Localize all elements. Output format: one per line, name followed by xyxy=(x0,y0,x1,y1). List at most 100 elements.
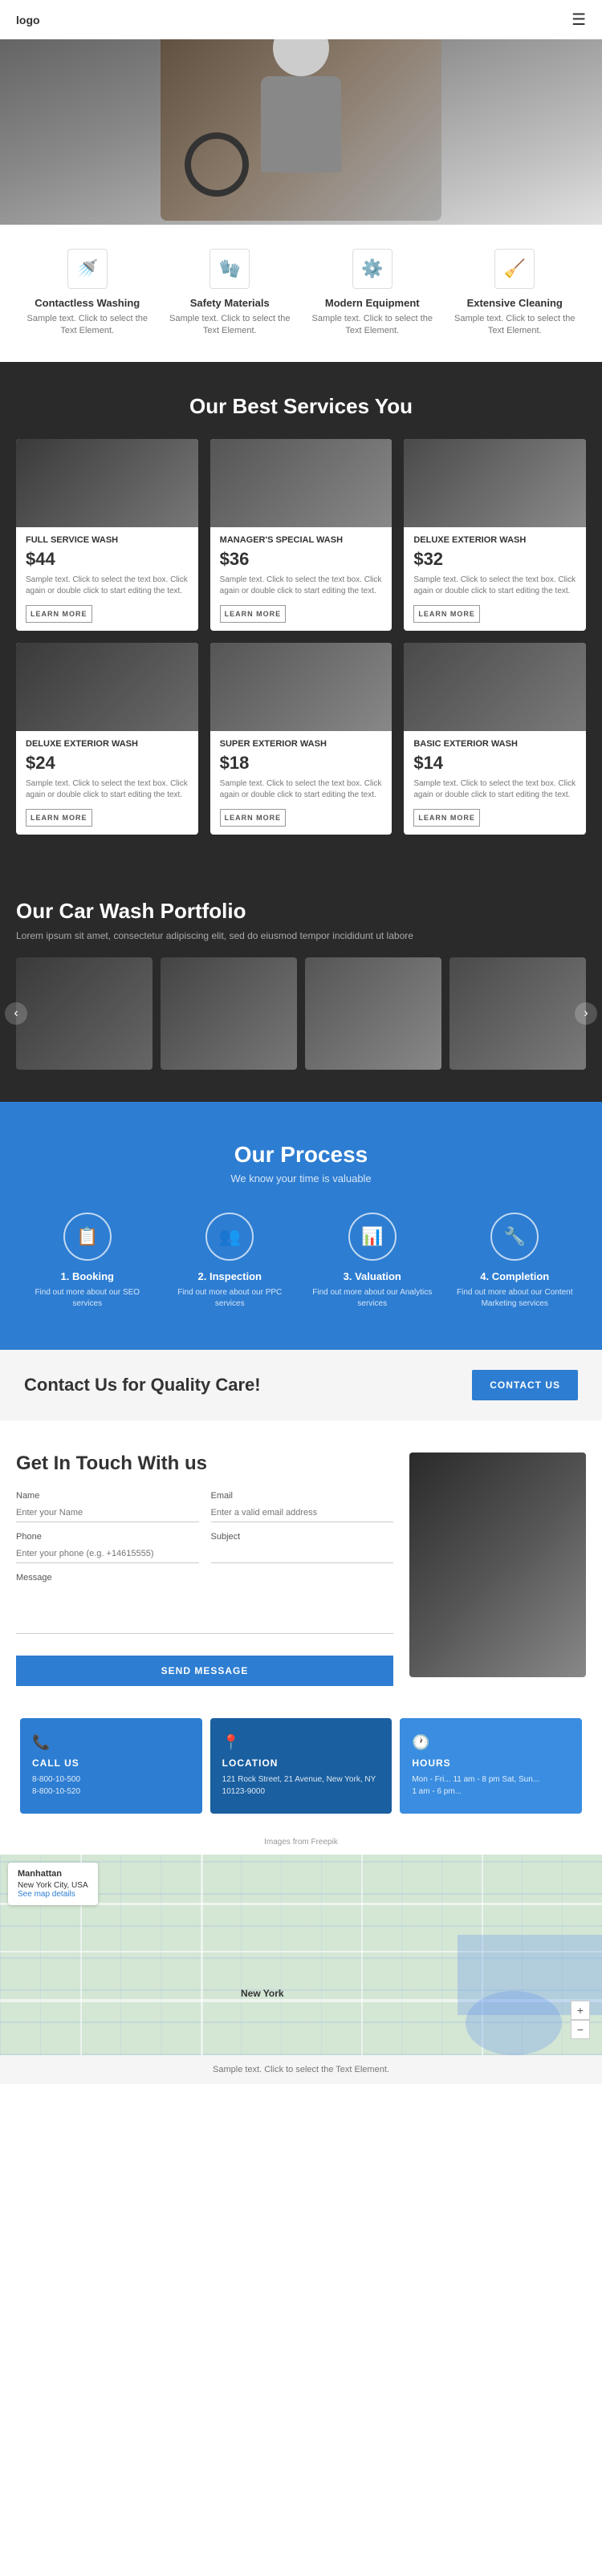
email-input[interactable] xyxy=(211,1504,394,1522)
service-image-0 xyxy=(16,439,198,527)
service-image-3 xyxy=(16,643,198,731)
process-step-icon-3: 📊 xyxy=(348,1213,397,1261)
service-card: DELUXE EXTERIOR WASH $24 Sample text. Cl… xyxy=(16,643,198,835)
info-box-icon-2: 🕐 xyxy=(412,1734,570,1751)
process-step-1: 📋 1. Booking Find out more about our SEO… xyxy=(27,1213,148,1310)
process-subtitle: We know your time is valuable xyxy=(16,1172,586,1184)
service-name-3: DELUXE EXTERIOR WASH xyxy=(26,739,189,749)
map-info-city: New York City, USA xyxy=(18,1881,88,1890)
map-zoom-controls: + − xyxy=(571,2001,590,2039)
service-desc-0: Sample text. Click to select the text bo… xyxy=(26,575,189,597)
info-box-icon-0: 📞 xyxy=(32,1734,190,1751)
services-grid: FULL SERVICE WASH $44 Sample text. Click… xyxy=(16,439,586,835)
portfolio-carousel: ‹ › xyxy=(16,957,586,1070)
message-textarea[interactable] xyxy=(16,1586,393,1634)
portfolio-title: Our Car Wash Portfolio xyxy=(16,899,586,924)
info-box-icon-1: 📍 xyxy=(222,1734,380,1751)
send-message-btn[interactable]: SEND MESSAGE xyxy=(16,1656,393,1686)
learn-more-btn-1[interactable]: LEARN MORE xyxy=(220,605,287,623)
feature-title-1: Safety Materials xyxy=(165,297,294,309)
service-price-4: $18 xyxy=(220,753,383,774)
feature-desc-2: Sample text. Click to select the Text El… xyxy=(308,313,437,338)
feature-icon-0: 🚿 xyxy=(67,249,108,289)
service-name-5: BASIC EXTERIOR WASH xyxy=(413,739,576,749)
process-step-icon-4: 🔧 xyxy=(490,1213,539,1261)
contact-title: Get In Touch With us xyxy=(16,1453,393,1475)
service-card: DELUXE EXTERIOR WASH $32 Sample text. Cl… xyxy=(404,439,586,631)
name-input[interactable] xyxy=(16,1504,199,1522)
map-info-link[interactable]: See map details xyxy=(18,1890,88,1899)
logo: logo xyxy=(16,14,40,26)
process-step-icon-2: 👥 xyxy=(205,1213,254,1261)
process-section: Our Process We know your time is valuabl… xyxy=(0,1102,602,1350)
process-step-desc-2: Find out more about our PPC services xyxy=(169,1287,290,1310)
zoom-out-btn[interactable]: − xyxy=(571,2020,590,2039)
service-image-1 xyxy=(210,439,393,527)
service-name-4: SUPER EXTERIOR WASH xyxy=(220,739,383,749)
learn-more-btn-2[interactable]: LEARN MORE xyxy=(413,605,480,623)
portfolio-img-3 xyxy=(305,957,441,1070)
service-image-4 xyxy=(210,643,393,731)
best-services-section: Our Best Services You FULL SERVICE WASH … xyxy=(0,362,602,867)
feature-icon-3: 🧹 xyxy=(494,249,535,289)
feature-icon-1: 🧤 xyxy=(209,249,250,289)
info-box-text-2: Mon - Fri... 11 am - 8 pm Sat, Sun...1 a… xyxy=(412,1774,570,1798)
process-steps: 📋 1. Booking Find out more about our SEO… xyxy=(16,1213,586,1310)
subject-input[interactable] xyxy=(211,1545,394,1563)
learn-more-btn-5[interactable]: LEARN MORE xyxy=(413,809,480,827)
service-desc-5: Sample text. Click to select the text bo… xyxy=(413,778,576,801)
cta-title: Contact Us for Quality Care! xyxy=(24,1375,261,1396)
feature-desc-3: Sample text. Click to select the Text El… xyxy=(450,313,579,338)
form-row-phone-subject: Phone Subject xyxy=(16,1532,393,1563)
portfolio-img-1 xyxy=(16,957,153,1070)
map-road-v2 xyxy=(201,1855,203,2055)
message-label: Message xyxy=(16,1573,393,1583)
email-label: Email xyxy=(211,1491,394,1501)
contact-form-area: Get In Touch With us Name Email Phone Su… xyxy=(16,1453,393,1686)
learn-more-btn-0[interactable]: LEARN MORE xyxy=(26,605,92,623)
process-step-desc-1: Find out more about our SEO services xyxy=(27,1287,148,1310)
service-card: MANAGER'S SPECIAL WASH $36 Sample text. … xyxy=(210,439,393,631)
service-name-1: MANAGER'S SPECIAL WASH xyxy=(220,535,383,545)
carousel-next-btn[interactable]: › xyxy=(575,1002,597,1025)
feature-icon-2: ⚙️ xyxy=(352,249,393,289)
feature-title-0: Contactless Washing xyxy=(23,297,152,309)
features-section: 🚿 Contactless Washing Sample text. Click… xyxy=(0,225,602,362)
contact-section: Get In Touch With us Name Email Phone Su… xyxy=(0,1420,602,1718)
map-area[interactable]: New York Manhattan New York City, USA Se… xyxy=(0,1855,602,2055)
portfolio-img-2 xyxy=(161,957,297,1070)
info-box-title-2: HOURS xyxy=(412,1757,570,1769)
service-card: BASIC EXTERIOR WASH $14 Sample text. Cli… xyxy=(404,643,586,835)
service-desc-1: Sample text. Click to select the text bo… xyxy=(220,575,383,597)
menu-icon[interactable]: ☰ xyxy=(571,10,586,30)
zoom-in-btn[interactable]: + xyxy=(571,2001,590,2020)
service-name-2: DELUXE EXTERIOR WASH xyxy=(413,535,576,545)
phone-field: Phone xyxy=(16,1532,199,1563)
info-box-0: 📞 CALL US 8-800-10-5008-800-10-520 xyxy=(20,1718,202,1814)
service-price-0: $44 xyxy=(26,549,189,570)
learn-more-btn-3[interactable]: LEARN MORE xyxy=(26,809,92,827)
map-sidebar-info: Manhattan New York City, USA See map det… xyxy=(8,1863,98,1905)
info-box-title-0: CALL US xyxy=(32,1757,190,1769)
info-box-text-0: 8-800-10-5008-800-10-520 xyxy=(32,1774,190,1798)
portfolio-section: Our Car Wash Portfolio Lorem ipsum sit a… xyxy=(0,867,602,1102)
service-card: FULL SERVICE WASH $44 Sample text. Click… xyxy=(16,439,198,631)
form-row-name-email: Name Email xyxy=(16,1491,393,1522)
carousel-prev-btn[interactable]: ‹ xyxy=(5,1002,27,1025)
cta-button[interactable]: CONTACT US xyxy=(472,1370,578,1400)
process-step-desc-3: Find out more about our Analytics servic… xyxy=(312,1287,433,1310)
process-step-num-1: 1. Booking xyxy=(27,1270,148,1282)
info-box-1: 📍 LOCATION 121 Rock Street, 21 Avenue, N… xyxy=(210,1718,393,1814)
process-title: Our Process xyxy=(16,1142,586,1168)
map-label-new-york: New York xyxy=(241,1988,284,1999)
service-desc-4: Sample text. Click to select the text bo… xyxy=(220,778,383,801)
name-label: Name xyxy=(16,1491,199,1501)
portfolio-images xyxy=(16,957,586,1070)
phone-input[interactable] xyxy=(16,1545,199,1563)
learn-more-btn-4[interactable]: LEARN MORE xyxy=(220,809,287,827)
map-water-2 xyxy=(466,1991,562,2055)
service-desc-3: Sample text. Click to select the text bo… xyxy=(26,778,189,801)
process-step-2: 👥 2. Inspection Find out more about our … xyxy=(169,1213,290,1310)
bottom-text: Sample text. Click to select the Text El… xyxy=(0,2055,602,2084)
process-step-num-2: 2. Inspection xyxy=(169,1270,290,1282)
